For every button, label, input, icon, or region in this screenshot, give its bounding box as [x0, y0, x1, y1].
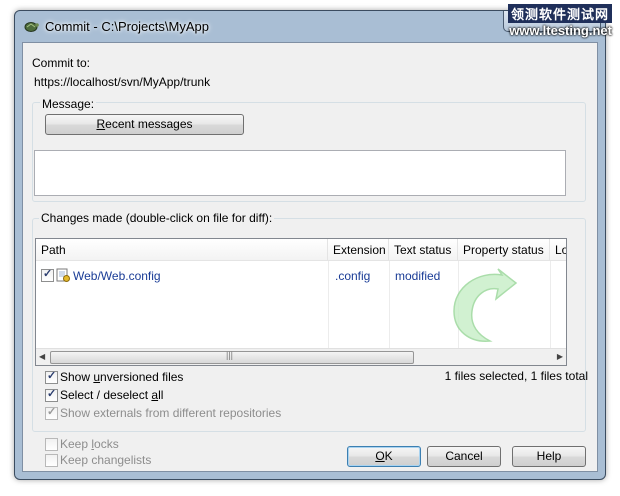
show-unversioned-label: Show unversioned files: [60, 370, 184, 384]
column-header-text-status[interactable]: Text status: [389, 239, 458, 261]
config-file-icon: [56, 268, 70, 282]
modified-overlay-icon: [453, 268, 518, 342]
column-header-path[interactable]: Path: [36, 239, 328, 261]
recent-messages-button[interactable]: Recent messages: [45, 114, 244, 135]
ok-button-label: OK: [375, 449, 393, 463]
selection-summary: 1 files selected, 1 files total: [444, 369, 588, 383]
column-divider: [389, 261, 390, 349]
tortoise-icon: [24, 22, 39, 32]
ok-button[interactable]: OK: [347, 446, 421, 467]
row-checkbox[interactable]: [41, 267, 54, 282]
select-all-checkbox[interactable]: [45, 387, 58, 402]
changes-list[interactable]: Path Extension Text status Property stat…: [35, 238, 567, 366]
watermark-line1: 领测软件测试网: [507, 4, 612, 23]
message-textarea[interactable]: [34, 150, 566, 196]
dialog-client-area: Commit to: https://localhost/svn/MyApp/t…: [22, 42, 598, 472]
horizontal-scrollbar[interactable]: ◀ ||| ▶: [36, 348, 566, 365]
message-group-label: Message:: [40, 97, 97, 111]
keep-changelists-label: Keep changelists: [60, 453, 152, 467]
show-unversioned-checkbox[interactable]: [45, 369, 58, 384]
window-title: Commit - C:\Projects\MyApp: [45, 19, 209, 34]
scrollbar-thumb[interactable]: |||: [50, 350, 414, 364]
watermark-line2: www.ltesting.net: [509, 23, 612, 38]
help-button[interactable]: Help: [512, 446, 586, 467]
column-divider: [328, 261, 329, 349]
column-header-property-status[interactable]: Property status: [458, 239, 550, 261]
cancel-button[interactable]: Cancel: [427, 446, 501, 467]
commit-dialog-window: Commit - C:\Projects\MyApp Commit to: ht…: [14, 10, 606, 480]
keep-changelists-checkbox[interactable]: [45, 454, 58, 467]
watermark: 领测软件测试网 www.ltesting.net: [507, 4, 612, 38]
keep-locks-checkbox[interactable]: [45, 438, 58, 451]
row-text-status: modified: [395, 269, 441, 283]
commit-to-label: Commit to:: [32, 56, 91, 70]
column-header-lock[interactable]: Lo: [550, 239, 566, 261]
column-divider: [550, 261, 551, 349]
row-extension: .config: [335, 269, 371, 283]
keep-locks-label: Keep locks: [60, 437, 119, 451]
show-externals-label: Show externals from different repositori…: [60, 406, 282, 420]
commit-url: https://localhost/svn/MyApp/trunk: [34, 75, 211, 89]
scroll-left-icon[interactable]: ◀: [39, 352, 45, 361]
scroll-right-icon[interactable]: ▶: [557, 352, 563, 361]
grip-icon: |||: [226, 350, 234, 360]
row-path: Web/Web.config: [73, 269, 161, 283]
select-all-label: Select / deselect all: [60, 388, 164, 402]
recent-messages-label: Recent messages: [96, 117, 193, 131]
show-externals-checkbox[interactable]: [45, 405, 58, 420]
column-header-extension[interactable]: Extension: [328, 239, 389, 261]
changes-group-label: Changes made (double-click on file for d…: [39, 211, 275, 225]
